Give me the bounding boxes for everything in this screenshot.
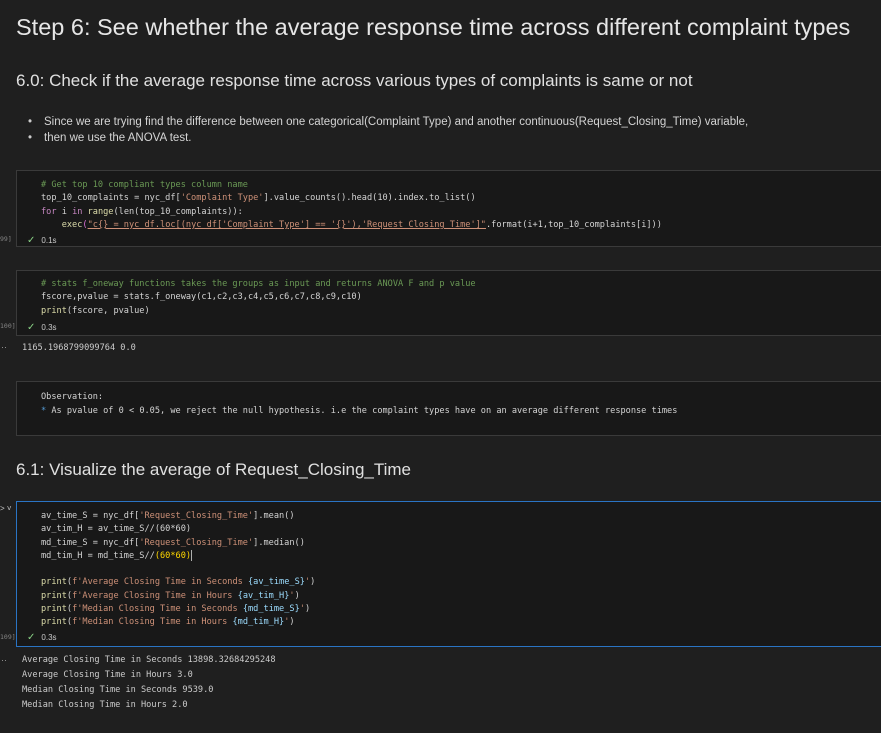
section-heading-6-0: 6.0: Check if the average response time … [16, 71, 693, 90]
code-editor[interactable]: # Get top 10 compliant types column name… [41, 179, 662, 232]
output-ellipsis[interactable]: ·· [1, 342, 7, 352]
markdown-cell[interactable]: Observation: * As pvalue of 0 < 0.05, we… [16, 381, 881, 436]
bullet-item: Since we are trying find the difference … [28, 114, 748, 130]
execution-status: ✓ 0.3s [27, 632, 57, 643]
execution-count: 109] [0, 633, 16, 641]
execution-status: ✓ 0.1s [27, 235, 57, 246]
cell-output: Average Closing Time in Seconds 13898.32… [22, 655, 276, 710]
execution-count: 100] [0, 322, 16, 330]
check-icon: ✓ [27, 632, 36, 643]
output-ellipsis[interactable]: ·· [1, 655, 7, 665]
text-cursor [191, 549, 193, 561]
code-cell-3[interactable]: av_time_S = nyc_df['Request_Closing_Time… [16, 501, 881, 647]
section-heading-6-1: 6.1: Visualize the average of Request_Cl… [16, 460, 412, 479]
execution-status: ✓ 0.3s [27, 322, 57, 333]
markdown-source[interactable]: Observation: * As pvalue of 0 < 0.05, we… [41, 390, 677, 418]
check-icon: ✓ [27, 322, 36, 333]
code-cell-2[interactable]: # stats f_oneway functions takes the gro… [16, 270, 881, 336]
execution-count: 99] [0, 235, 12, 243]
bullet-item: then we use the ANOVA test. [28, 130, 748, 146]
step-title: Step 6: See whether the average response… [16, 14, 851, 40]
code-cell-1[interactable]: # Get top 10 compliant types column name… [16, 170, 881, 247]
check-icon: ✓ [27, 235, 36, 246]
code-editor[interactable]: av_time_S = nyc_df['Request_Closing_Time… [41, 510, 315, 630]
code-editor[interactable]: # stats f_oneway functions takes the gro… [41, 278, 476, 318]
bullet-list: Since we are trying find the difference … [28, 114, 748, 146]
chevron-down-icon[interactable]: > ˅ [0, 504, 12, 513]
cell-output: 1165.1968799099764 0.0 [22, 343, 136, 353]
